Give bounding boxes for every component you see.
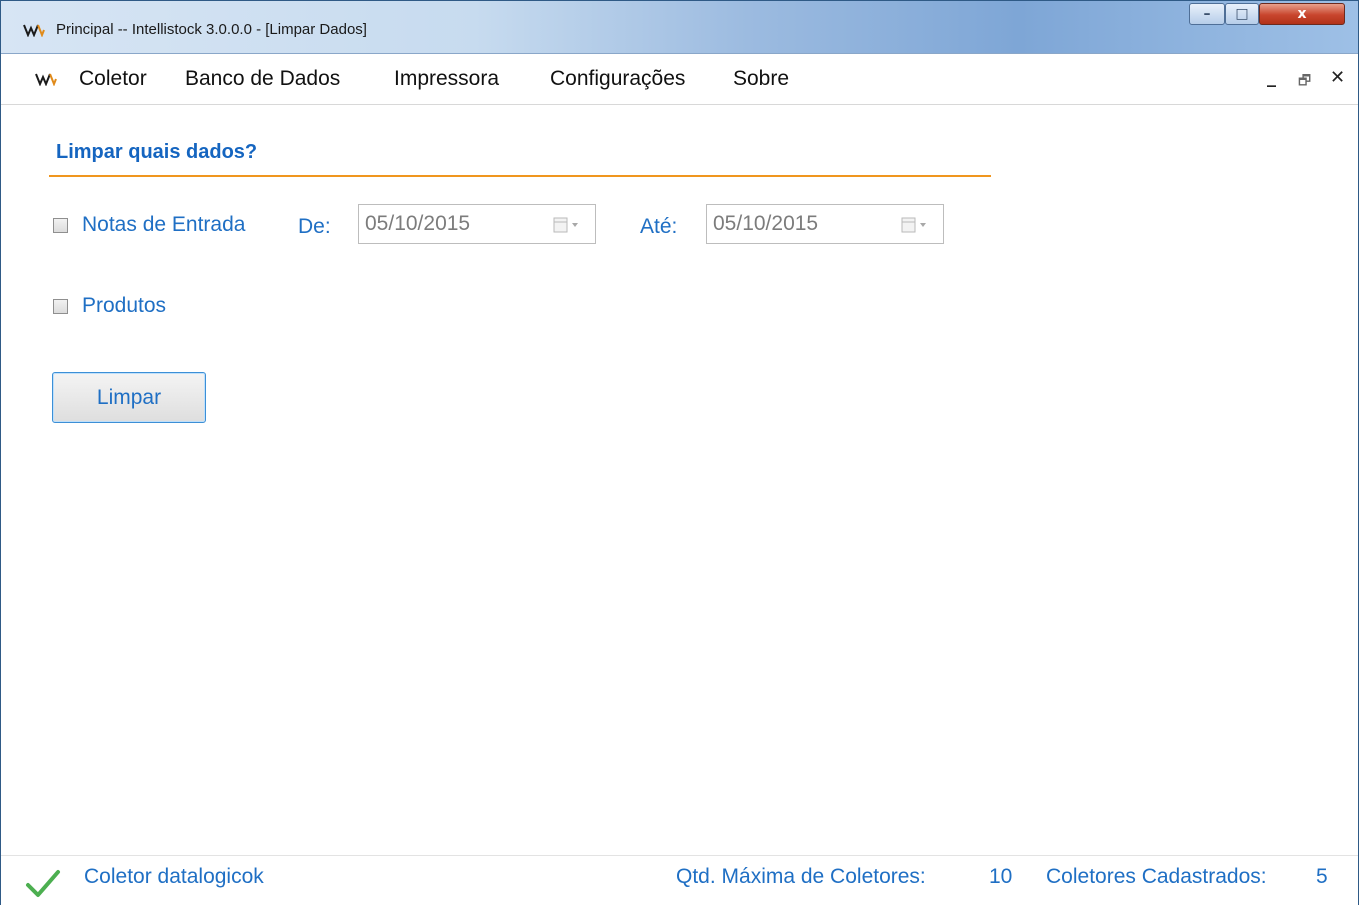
page-heading: Limpar quais dados? bbox=[56, 141, 258, 163]
menu-bar: Coletor Banco de Dados Impressora Config… bbox=[1, 54, 1358, 105]
date-to-picker[interactable]: 05/10/2015 bbox=[706, 204, 944, 244]
calendar-dropdown-icon[interactable] bbox=[553, 216, 581, 234]
date-from-label: De: bbox=[298, 215, 331, 238]
date-from-picker[interactable]: 05/10/2015 bbox=[358, 204, 596, 244]
child-restore-icon[interactable]: 🗗 bbox=[1298, 70, 1311, 94]
title-bar[interactable]: Principal -- Intellistock 3.0.0.0 - [Lim… bbox=[1, 1, 1358, 54]
collector-status: Coletor datalogicok bbox=[84, 865, 264, 888]
date-from-value: 05/10/2015 bbox=[365, 212, 471, 235]
checkmark-icon bbox=[26, 870, 60, 897]
date-to-value: 05/10/2015 bbox=[713, 212, 819, 235]
maximize-icon: □ bbox=[1235, 6, 1249, 22]
limpar-button-label: Limpar bbox=[96, 386, 162, 409]
produtos-checkbox[interactable] bbox=[53, 299, 68, 314]
max-collectors-value: 10 bbox=[989, 865, 1013, 888]
window-title: Principal -- Intellistock 3.0.0.0 - [Lim… bbox=[56, 21, 367, 38]
menu-sobre[interactable]: Sobre bbox=[733, 67, 789, 91]
status-bar: Coletor datalogicok Qtd. Máxima de Colet… bbox=[1, 855, 1358, 905]
menu-coletor[interactable]: Coletor bbox=[79, 67, 147, 91]
menu-logo-icon bbox=[35, 73, 57, 86]
max-collectors-label: Qtd. Máxima de Coletores: bbox=[676, 865, 926, 888]
window-maximize-button[interactable]: □ bbox=[1225, 3, 1259, 25]
window-minimize-button[interactable]: – bbox=[1189, 3, 1225, 25]
limpar-button[interactable]: Limpar bbox=[52, 372, 206, 423]
child-minimize-icon[interactable]: _ bbox=[1267, 67, 1276, 88]
produtos-label: Produtos bbox=[82, 294, 167, 317]
registered-collectors-value: 5 bbox=[1316, 865, 1328, 888]
child-close-icon[interactable]: ✕ bbox=[1330, 67, 1345, 88]
notas-de-entrada-checkbox[interactable] bbox=[53, 218, 68, 233]
notas-de-entrada-label: Notas de Entrada bbox=[82, 213, 246, 236]
menu-impressora[interactable]: Impressora bbox=[394, 67, 499, 91]
registered-collectors-label: Coletores Cadastrados: bbox=[1046, 865, 1267, 888]
menu-banco-de-dados[interactable]: Banco de Dados bbox=[185, 67, 340, 91]
heading-divider bbox=[49, 175, 991, 177]
date-to-label: Até: bbox=[640, 215, 678, 238]
close-icon: x bbox=[1297, 6, 1307, 22]
app-logo-icon bbox=[23, 24, 45, 37]
window-close-button[interactable]: x bbox=[1259, 3, 1345, 25]
calendar-dropdown-icon[interactable] bbox=[901, 216, 929, 234]
menu-configuracoes[interactable]: Configurações bbox=[550, 67, 685, 91]
minimize-icon: – bbox=[1203, 6, 1211, 22]
main-window: Principal -- Intellistock 3.0.0.0 - [Lim… bbox=[0, 0, 1359, 905]
